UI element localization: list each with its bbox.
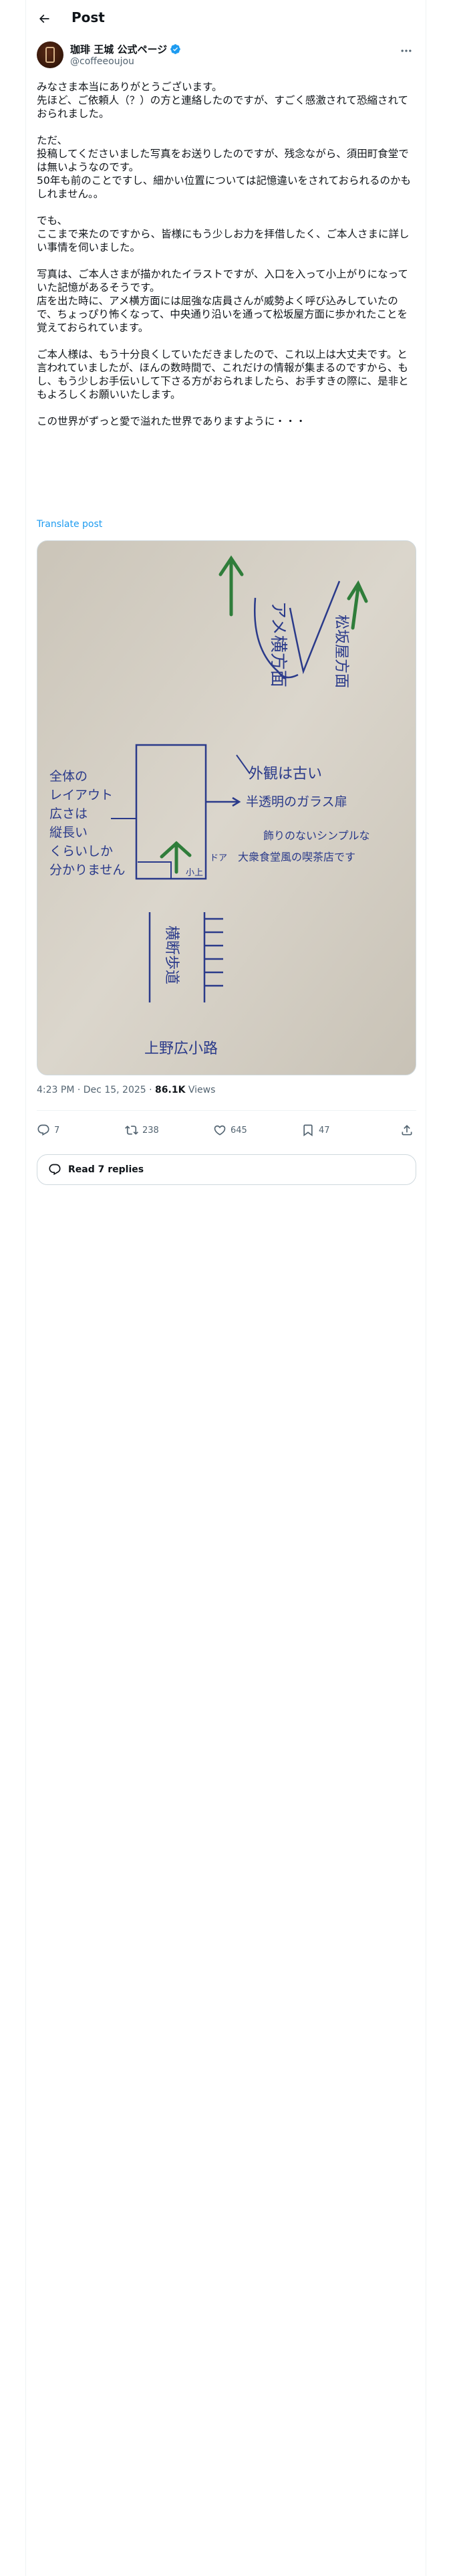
tweet-paragraph: みなさま本当にありがとうございます。 先ほど、ご依頼人（？）の方と連絡したのです…: [37, 80, 418, 120]
meta-separator: ·: [77, 1085, 81, 1095]
top-bar: Post: [26, 0, 427, 37]
divider: [37, 1110, 416, 1111]
label-ameyoko: アメ横方面: [268, 601, 288, 687]
more-options-button[interactable]: [396, 43, 416, 59]
svg-text:外観は古い: 外観は古い: [249, 766, 322, 782]
author-name[interactable]: 珈琲 王城 公式ページ: [70, 42, 167, 56]
action-bar: 7 238 645 47: [37, 1118, 416, 1145]
tweet-paragraph: ただ、 投稿してくださいました写真をお送りしたのですが、残念ながら、須田町食堂で…: [37, 134, 418, 201]
heart-icon: [214, 1125, 226, 1136]
door-mark: ドア: [210, 853, 227, 863]
avatar-logo-mark: [45, 47, 55, 63]
avatar[interactable]: [37, 41, 63, 68]
translate-post-link[interactable]: Translate post: [37, 519, 102, 530]
tweet-paragraph: でも、 ここまで来たのですから、皆様にもう少しお力を拝借したく、ご本人さまに詳し…: [37, 214, 418, 254]
post-column: Post 珈琲 王城 公式ページ @coffeeoujou みなさま本当にありが…: [25, 0, 426, 2576]
reply-button[interactable]: 7: [37, 1123, 59, 1137]
tweet-paragraph: この世界がずっと愛で溢れた世界でありますように・・・: [37, 415, 418, 428]
svg-text:飾りのないシンプルな: 飾りのないシンプルな: [263, 829, 370, 842]
reply-count: 7: [54, 1125, 60, 1136]
tweet-line: 店を出た時に、アメ横方面には屈強な店員さんが威勢よく呼び込みしていたので、ちょっ…: [37, 295, 408, 334]
tweet-line: でも、: [37, 215, 68, 227]
views-count: 86.1K: [155, 1085, 186, 1095]
tweet-paragraph: 写真は、ご本人さまが描かれたイラストですが、入口を入って小上がりになっていた記憶…: [37, 267, 418, 334]
tweet-line: 投稿してくださいました写真をお送りしたのですが、残念ながら、須田町食堂では無いよ…: [37, 148, 409, 173]
label-matsuzakaya: 松坂屋方面: [333, 615, 349, 688]
bookmark-count: 47: [319, 1125, 330, 1136]
repost-button[interactable]: 238: [125, 1123, 159, 1137]
svg-text:全体の: 全体の: [49, 769, 88, 784]
post-meta: 4:23 PM · Dec 15, 2025 · 86.1K Views: [37, 1085, 215, 1095]
reply-bubble-icon: [49, 1164, 61, 1176]
svg-text:分かりません: 分かりません: [49, 863, 125, 877]
post-date[interactable]: Dec 15, 2025: [84, 1085, 146, 1095]
repost-count: 238: [142, 1125, 159, 1136]
tweet-line: ご本人様は、もう十分良くしていただきましたので、これ以上は大丈夫です。と言われて…: [37, 348, 409, 401]
seat-mark: 小上: [186, 868, 203, 878]
author-name-row[interactable]: 珈琲 王城 公式ページ: [70, 42, 181, 56]
hand-drawn-map: アメ横方面 松坂屋方面 全体の レイアウト 広さは 縦長い くらいしか 分かりま…: [37, 541, 416, 1075]
svg-text:大衆食堂風の喫茶店です: 大衆食堂風の喫茶店です: [238, 851, 355, 863]
more-dots-icon: [401, 49, 412, 52]
share-button[interactable]: [400, 1123, 414, 1137]
share-icon: [402, 1125, 412, 1136]
back-arrow-icon: [39, 14, 49, 23]
read-replies-label: Read 7 replies: [68, 1164, 144, 1175]
bookmark-icon: [303, 1124, 313, 1137]
page-title: Post: [71, 9, 105, 25]
read-replies-button[interactable]: Read 7 replies: [37, 1154, 416, 1185]
post-photo[interactable]: アメ横方面 松坂屋方面 全体の レイアウト 広さは 縦長い くらいしか 分かりま…: [37, 540, 416, 1075]
svg-text:くらいしか: くらいしか: [49, 844, 113, 859]
like-button[interactable]: 645: [213, 1123, 247, 1137]
tweet-line: 先ほど、ご依頼人（？）の方と連絡したのですが、すごく感激されて恐縮されておられま…: [37, 94, 408, 120]
views-label: Views: [188, 1085, 216, 1095]
tweet-line: この世界がずっと愛で溢れた世界でありますように・・・: [37, 415, 306, 427]
verified-badge-icon: [170, 44, 180, 54]
tweet-line: ただ、: [37, 134, 68, 146]
author-block: 珈琲 王城 公式ページ @coffeeoujou: [37, 41, 416, 74]
svg-text:縦長い: 縦長い: [49, 825, 88, 840]
label-station: 上野広小路: [144, 1041, 218, 1057]
tweet-line: 50年も前のことですし、細かい位置については記憶違いをされておられるのかもしれま…: [37, 175, 412, 200]
back-button[interactable]: [33, 7, 55, 30]
like-count: 645: [231, 1125, 247, 1136]
tweet-line: みなさま本当にありがとうございます。: [37, 81, 222, 93]
meta-separator: ·: [149, 1085, 152, 1095]
svg-text:半透明のガラス扉: 半透明のガラス扉: [246, 794, 347, 809]
repost-icon: [125, 1125, 138, 1135]
reply-icon: [37, 1124, 49, 1136]
svg-text:広さは: 広さは: [49, 807, 88, 821]
bookmark-button[interactable]: 47: [301, 1123, 330, 1137]
svg-text:レイアウト: レイアウト: [49, 788, 113, 802]
post-time[interactable]: 4:23 PM: [37, 1085, 74, 1095]
tweet-line: 写真は、ご本人さまが描かれたイラストですが、入口を入って小上がりになっていた記憶…: [37, 268, 408, 294]
tweet-line: ここまで来たのですから、皆様にもう少しお力を拝借したく、ご本人さまに詳しい事情を…: [37, 228, 410, 253]
tweet-paragraph: ご本人様は、もう十分良くしていただきましたので、これ以上は大丈夫です。と言われて…: [37, 348, 418, 401]
label-crossing: 横断歩道: [163, 926, 180, 984]
author-handle[interactable]: @coffeeoujou: [70, 56, 134, 67]
tweet-text: みなさま本当にありがとうございます。 先ほど、ご依頼人（？）の方と連絡したのです…: [37, 80, 418, 441]
